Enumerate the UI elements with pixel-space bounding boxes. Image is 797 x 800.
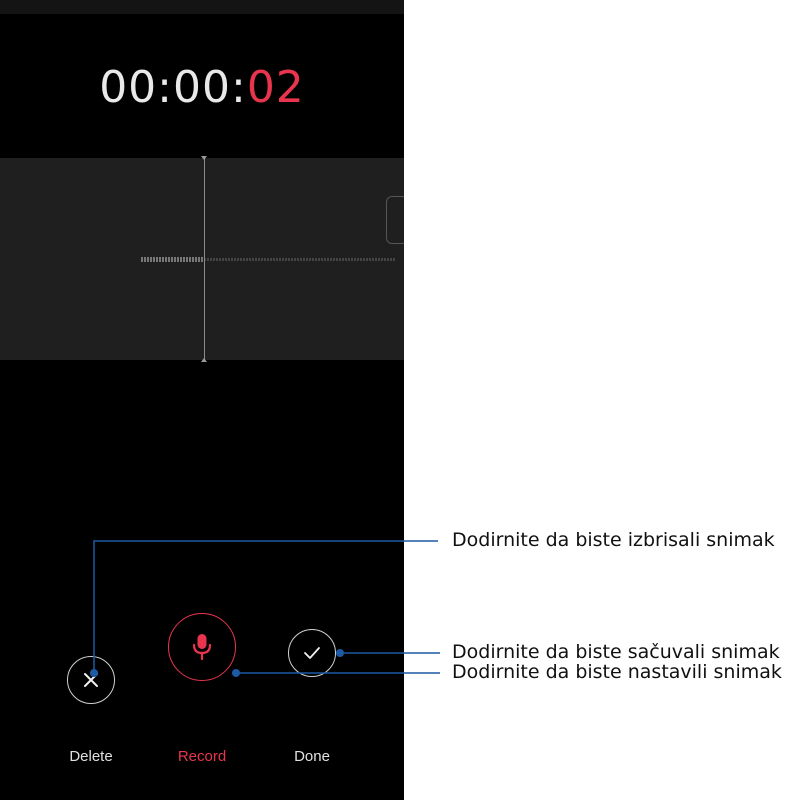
done-callout-dot bbox=[336, 649, 344, 657]
delete-callout-dot bbox=[90, 669, 98, 677]
record-callout-text: Dodirnite da biste nastavili snimak bbox=[452, 661, 782, 683]
delete-callout-text: Dodirnite da biste izbrisali snimak bbox=[452, 529, 775, 551]
done-callout-text: Dodirnite da biste sačuvali snimak bbox=[452, 641, 780, 663]
record-callout-dot bbox=[232, 669, 240, 677]
